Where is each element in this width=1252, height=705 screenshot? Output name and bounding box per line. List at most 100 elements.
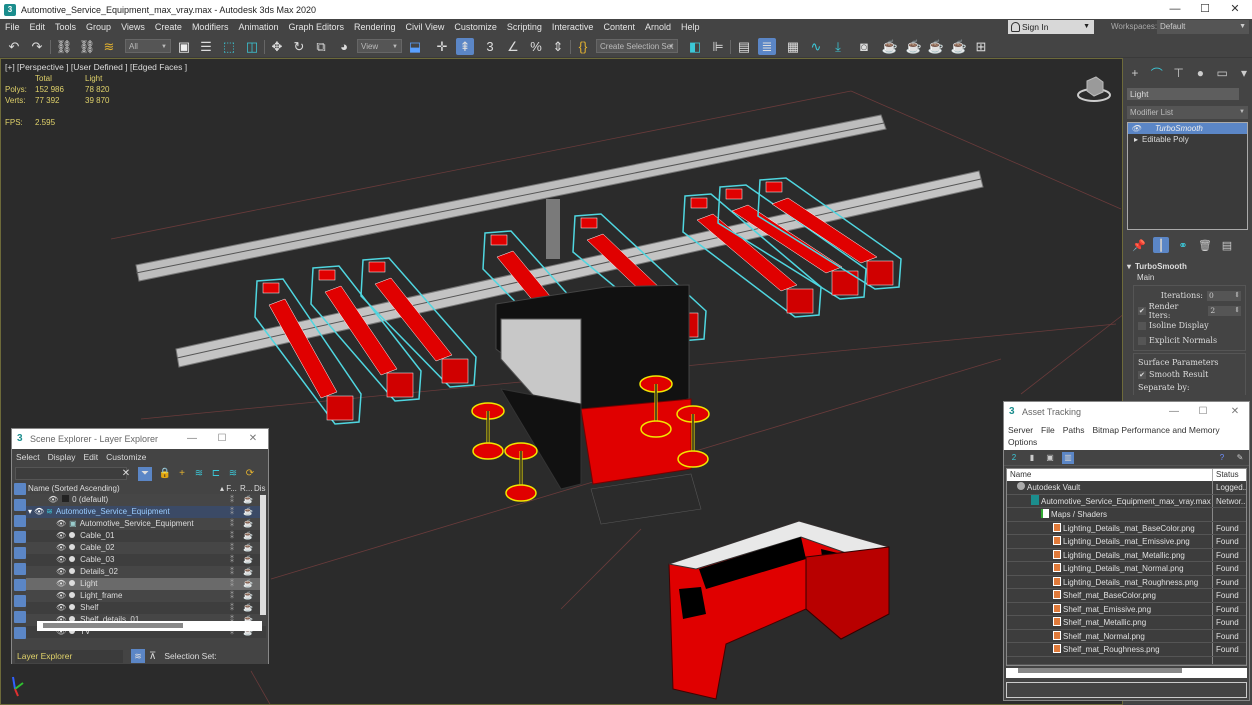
- status-column-header[interactable]: Status: [1213, 469, 1239, 481]
- render-toggle-icon[interactable]: ☕: [240, 494, 256, 506]
- menu-help[interactable]: Help: [676, 22, 705, 32]
- frozen-column-header[interactable]: ▴ F...: [220, 483, 240, 494]
- asset-row[interactable]: Automotive_Service_Equipment_max_vray.ma…: [1007, 494, 1246, 508]
- viewport-label-menu[interactable]: [+] [Perspective ] [User Defined ] [Edge…: [5, 62, 187, 72]
- snaps-toggle-icon[interactable]: 3: [481, 38, 499, 55]
- modify-tab-icon[interactable]: ⌒: [1149, 65, 1165, 81]
- options-icon[interactable]: ✎: [1234, 452, 1246, 464]
- freeze-toggle-icon[interactable]: ⁑: [224, 590, 240, 602]
- filter-xrefs-icon[interactable]: [14, 595, 26, 607]
- image-icon[interactable]: ▣: [1044, 452, 1056, 464]
- file-icon[interactable]: ▮: [1026, 452, 1038, 464]
- material-editor-icon[interactable]: ◙: [855, 38, 873, 55]
- unlink-icon[interactable]: ⛓: [78, 38, 96, 55]
- asset-row[interactable]: Shelf_mat_Metallic.png Found: [1007, 616, 1246, 630]
- percent-snap-icon[interactable]: %: [527, 38, 545, 55]
- asset-row[interactable]: Lighting_Details_mat_Emissive.png Found: [1007, 535, 1246, 549]
- new-layer-icon[interactable]: +: [175, 467, 189, 481]
- menu-edit[interactable]: Edit: [84, 452, 99, 462]
- menu-civil-view[interactable]: Civil View: [401, 22, 450, 32]
- asset-row[interactable]: Shelf_mat_Roughness.png Found: [1007, 643, 1246, 657]
- freeze-toggle-icon[interactable]: ⁑: [224, 578, 240, 590]
- pivot-center-icon[interactable]: ⬓: [406, 38, 424, 55]
- keyboard-shortcut-override-icon[interactable]: ⇞: [456, 38, 474, 55]
- freeze-toggle-icon[interactable]: ⁑: [224, 542, 240, 554]
- menu-group[interactable]: Group: [81, 22, 116, 32]
- eye-icon[interactable]: 👁: [56, 543, 66, 552]
- filter-geometry-icon[interactable]: [14, 483, 26, 495]
- clear-search-icon[interactable]: ✕: [119, 467, 133, 481]
- smooth-result-checkbox[interactable]: ✔: [1138, 370, 1146, 379]
- eye-icon[interactable]: 👁: [34, 507, 44, 516]
- menu-customize[interactable]: Customize: [106, 452, 146, 462]
- asset-row[interactable]: Lighting_Details_mat_BaseColor.png Found: [1007, 521, 1246, 535]
- filter-containers-icon[interactable]: [14, 627, 26, 639]
- render-toggle-icon[interactable]: ☕: [240, 602, 256, 614]
- angle-snap-icon[interactable]: ∠: [504, 38, 522, 55]
- curve-editor-icon[interactable]: ∿: [807, 38, 825, 55]
- eye-icon[interactable]: 👁: [56, 531, 66, 540]
- asset-row[interactable]: Lighting_Details_mat_Roughness.png Found: [1007, 575, 1246, 589]
- layer-row[interactable]: 👁 Shelf ⁑ ☕: [26, 602, 266, 614]
- maximize-button[interactable]: ☐: [207, 429, 237, 449]
- menu-edit[interactable]: Edit: [25, 22, 51, 32]
- expand-arrow-icon[interactable]: ▸: [1134, 134, 1138, 145]
- explorer-type-dropdown[interactable]: Layer Explorer: [15, 649, 123, 663]
- explicit-normals-checkbox[interactable]: [1138, 336, 1146, 345]
- rectangular-selection-icon[interactable]: ⬚: [220, 38, 238, 55]
- align-icon[interactable]: ⊫: [709, 38, 727, 55]
- stack-item-turbosmooth[interactable]: 👁 TurboSmooth: [1128, 123, 1247, 134]
- filter-lights-icon[interactable]: [14, 515, 26, 527]
- redo-icon[interactable]: ↷: [28, 38, 46, 55]
- expand-arrow-icon[interactable]: ▾: [28, 507, 32, 516]
- layer-row[interactable]: ▾ 👁 ≋ Automotive_Service_Equipment ⁑ ☕: [26, 506, 266, 518]
- layer-row[interactable]: 👁 Details_02 ⁑ ☕: [26, 566, 266, 578]
- make-unique-icon[interactable]: ⚭: [1175, 237, 1191, 253]
- layers-icon[interactable]: ≋: [226, 467, 240, 481]
- render-toggle-icon[interactable]: ☕: [240, 542, 256, 554]
- pin-stack-icon[interactable]: 📌: [1131, 237, 1147, 253]
- hierarchy-icon[interactable]: ⊏: [209, 467, 223, 481]
- scene-explorer-titlebar[interactable]: 3 Scene Explorer - Layer Explorer — ☐ ✕: [12, 429, 268, 449]
- asset-row[interactable]: Maps / Shaders: [1007, 508, 1246, 522]
- menu-arnold[interactable]: Arnold: [640, 22, 676, 32]
- horizontal-scrollbar[interactable]: [1006, 667, 1247, 678]
- asset-row[interactable]: Autodesk Vault Logged...: [1007, 481, 1246, 495]
- sign-in-dropdown[interactable]: Sign In ▼: [1008, 20, 1094, 34]
- render-toggle-icon[interactable]: ☕: [240, 578, 256, 590]
- layer-explorer-icon[interactable]: ≣: [758, 38, 776, 55]
- layer-row[interactable]: 👁 Cable_02 ⁑ ☕: [26, 542, 266, 554]
- place-icon[interactable]: ◕: [335, 38, 353, 55]
- asset-row[interactable]: Shelf_mat_Normal.png Found: [1007, 629, 1246, 643]
- eye-icon[interactable]: 👁: [56, 591, 66, 600]
- rollout-title[interactable]: TurboSmooth: [1127, 262, 1248, 271]
- menu-file[interactable]: File: [1041, 425, 1055, 435]
- named-selection-set-dropdown[interactable]: Create Selection Set ▼: [596, 39, 678, 53]
- layer-row[interactable]: 👁 Cable_01 ⁑ ☕: [26, 530, 266, 542]
- eye-icon[interactable]: 👁: [1131, 123, 1141, 134]
- asset-row[interactable]: Lighting_Details_mat_Metallic.png Found: [1007, 548, 1246, 562]
- render-toggle-icon[interactable]: ☕: [240, 590, 256, 602]
- render-toggle-icon[interactable]: ☕: [240, 566, 256, 578]
- freeze-toggle-icon[interactable]: ⁑: [224, 602, 240, 614]
- close-button[interactable]: ✕: [238, 429, 268, 449]
- asset-tracking-titlebar[interactable]: 3 Asset Tracking — ☐ ✕: [1004, 402, 1249, 422]
- toggle-ribbon-icon[interactable]: ▦: [784, 38, 802, 55]
- remove-modifier-icon[interactable]: 🗑: [1197, 237, 1213, 253]
- modifier-list-dropdown[interactable]: Modifier List ▼: [1127, 106, 1248, 119]
- minimize-button[interactable]: —: [177, 429, 207, 449]
- eye-icon[interactable]: 👁: [56, 555, 66, 564]
- mirror-icon[interactable]: ◧: [686, 38, 704, 55]
- filter-shapes-icon[interactable]: [14, 499, 26, 511]
- asset-row[interactable]: Lighting_Details_mat_Normal.png Found: [1007, 562, 1246, 576]
- create-tab-icon[interactable]: +: [1127, 65, 1143, 81]
- menu-file[interactable]: File: [0, 22, 25, 32]
- render-setup-icon[interactable]: ☕: [881, 38, 899, 55]
- move-icon[interactable]: ✥: [268, 38, 286, 55]
- hierarchy-tab-icon[interactable]: ⊤: [1171, 65, 1187, 81]
- freeze-toggle-icon[interactable]: ⁑: [224, 494, 240, 506]
- display-column-header[interactable]: Dis: [254, 483, 266, 494]
- minimize-button[interactable]: —: [1159, 402, 1189, 422]
- menu-server[interactable]: Server: [1008, 425, 1033, 435]
- window-crossing-icon[interactable]: ◫: [243, 38, 261, 55]
